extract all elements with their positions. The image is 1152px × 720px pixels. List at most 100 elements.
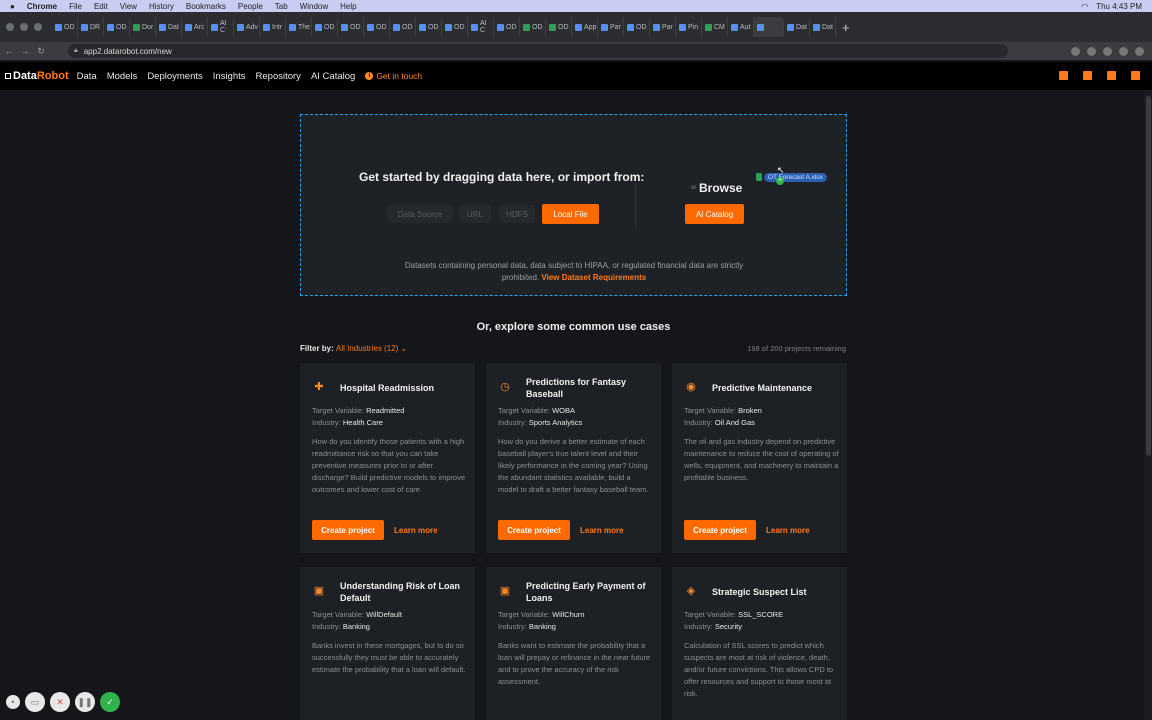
industry-label: Industry: <box>498 622 527 631</box>
menu-app-name[interactable]: Chrome <box>27 2 57 11</box>
browser-tab[interactable]: OD <box>104 17 130 37</box>
browser-tab[interactable]: OD <box>624 17 650 37</box>
menu-help[interactable]: Help <box>340 2 356 11</box>
create-project-button[interactable]: Create project <box>312 520 384 540</box>
url-field[interactable]: 🔒︎ app2.datarobot.com/new <box>68 44 1008 58</box>
browser-tab[interactable]: DR <box>78 17 104 37</box>
data-source-button[interactable]: Data Source <box>387 205 453 223</box>
profile-avatar[interactable] <box>1135 46 1144 56</box>
menu-edit[interactable]: Edit <box>94 2 108 11</box>
browser-tab[interactable]: The <box>286 17 312 37</box>
learn-more-link[interactable]: Learn more <box>580 526 624 535</box>
recorder-menu-icon[interactable]: • <box>6 695 20 709</box>
browser-tab[interactable]: OD <box>546 17 572 37</box>
nav-models[interactable]: Models <box>107 71 138 82</box>
menu-view[interactable]: View <box>120 2 137 11</box>
learn-more-link[interactable]: Learn more <box>394 526 438 535</box>
extension-icon[interactable] <box>1103 46 1112 56</box>
browser-tab[interactable]: Par <box>650 17 676 37</box>
browser-tab[interactable]: Dat <box>156 17 182 37</box>
extension-icon[interactable] <box>1119 46 1128 56</box>
browser-tab[interactable]: OD <box>52 17 78 37</box>
apple-icon[interactable]: ● <box>10 2 15 11</box>
filter-value: All Industries (12) <box>336 344 399 353</box>
browser-tab[interactable]: Dat <box>810 17 836 37</box>
folder-icon[interactable] <box>1107 71 1116 80</box>
extension-icon[interactable] <box>1071 46 1080 56</box>
tab-title: AI C <box>220 20 227 34</box>
user-icon[interactable] <box>1131 71 1140 80</box>
browser-tab[interactable] <box>754 17 784 37</box>
browser-tab[interactable]: AI C <box>468 17 494 37</box>
nav-deployments[interactable]: Deployments <box>147 71 202 82</box>
wifi-icon[interactable]: ◠ <box>1081 2 1088 11</box>
use-case-card: ▣ Predicting Early Payment of Loans Target… <box>486 567 661 720</box>
reload-icon[interactable]: ↻ <box>34 46 48 57</box>
dataset-requirements-link[interactable]: View Dataset Requirements <box>541 273 646 282</box>
browser-tab[interactable]: AI C <box>208 17 234 37</box>
local-file-button[interactable]: Local File <box>542 204 599 224</box>
close-window-icon[interactable] <box>6 23 14 31</box>
create-project-button[interactable]: Create project <box>684 520 756 540</box>
create-project-button[interactable]: Create project <box>498 520 570 540</box>
queue-icon[interactable] <box>1059 71 1068 80</box>
clock[interactable]: Thu 4:43 PM <box>1096 2 1142 11</box>
menu-window[interactable]: Window <box>300 2 328 11</box>
browser-tab[interactable]: Par <box>598 17 624 37</box>
nav-data[interactable]: Data <box>77 71 97 82</box>
new-tab-button[interactable]: + <box>842 20 850 35</box>
browser-tab[interactable]: OD <box>312 17 338 37</box>
browser-tab[interactable]: Arc <box>182 17 208 37</box>
browser-tab[interactable]: Intr <box>260 17 286 37</box>
back-icon[interactable]: ← <box>2 46 16 56</box>
pause-icon[interactable]: ❚❚ <box>75 692 95 712</box>
data-drop-zone[interactable]: Get started by dragging data here, or im… <box>300 114 847 296</box>
datarobot-logo[interactable]: Data Robot <box>5 70 69 82</box>
browser-tab[interactable]: CM <box>702 17 728 37</box>
browser-tab[interactable]: OD <box>494 17 520 37</box>
browser-tab[interactable]: OD <box>416 17 442 37</box>
oil-drop-icon: ◉ <box>686 381 696 393</box>
menu-bookmarks[interactable]: Bookmarks <box>186 2 226 11</box>
target-variable: Target Variable: SSL_SCORE <box>684 610 783 619</box>
browser-tab[interactable]: Adv <box>234 17 260 37</box>
browser-tab[interactable]: OD <box>390 17 416 37</box>
cancel-recording-icon[interactable]: ✕ <box>50 692 70 712</box>
use-case-title: Predictive Maintenance <box>712 383 813 393</box>
nav-repository[interactable]: Repository <box>256 71 301 82</box>
learn-more-link[interactable]: Learn more <box>766 526 810 535</box>
ai-catalog-button[interactable]: AI Catalog <box>685 204 744 224</box>
browser-tab[interactable]: OD <box>338 17 364 37</box>
browser-tab[interactable]: Dor <box>130 17 156 37</box>
nav-insights[interactable]: Insights <box>213 71 246 82</box>
get-in-touch-link[interactable]: i Get in touch <box>365 71 422 81</box>
drop-zone-or: or <box>691 185 697 191</box>
browser-tab[interactable]: Aut <box>728 17 754 37</box>
forward-icon[interactable]: → <box>18 46 32 56</box>
camera-icon[interactable]: ▭ <box>25 692 45 712</box>
hdfs-button[interactable]: HDFS <box>499 205 535 223</box>
scrollbar-thumb[interactable] <box>1146 96 1151 456</box>
use-case-title: Hospital Readmission <box>340 383 435 393</box>
menu-file[interactable]: File <box>69 2 82 11</box>
notifications-icon[interactable] <box>1083 71 1092 80</box>
browser-tab[interactable]: App <box>572 17 598 37</box>
browser-tab[interactable]: OD <box>364 17 390 37</box>
nav-ai-catalog[interactable]: AI Catalog <box>311 71 355 82</box>
projects-remaining: 198 of 200 projects remaining <box>747 344 846 353</box>
page-scrollbar[interactable] <box>1144 90 1152 720</box>
minimize-window-icon[interactable] <box>20 23 28 31</box>
industry-filter-dropdown[interactable]: All Industries (12) ⌄ <box>336 344 407 353</box>
zoom-window-icon[interactable] <box>34 23 42 31</box>
url-button[interactable]: URL <box>459 205 491 223</box>
shield-icon: ◈ <box>686 585 696 597</box>
extension-icon[interactable] <box>1087 46 1096 56</box>
menu-people[interactable]: People <box>238 2 263 11</box>
browser-tab[interactable]: Pin <box>676 17 702 37</box>
finish-recording-icon[interactable]: ✓ <box>100 692 120 712</box>
menu-history[interactable]: History <box>149 2 174 11</box>
menu-tab[interactable]: Tab <box>275 2 288 11</box>
browser-tab[interactable]: OD <box>442 17 468 37</box>
browser-tab[interactable]: OD <box>520 17 546 37</box>
browser-tab[interactable]: Dat <box>784 17 810 37</box>
